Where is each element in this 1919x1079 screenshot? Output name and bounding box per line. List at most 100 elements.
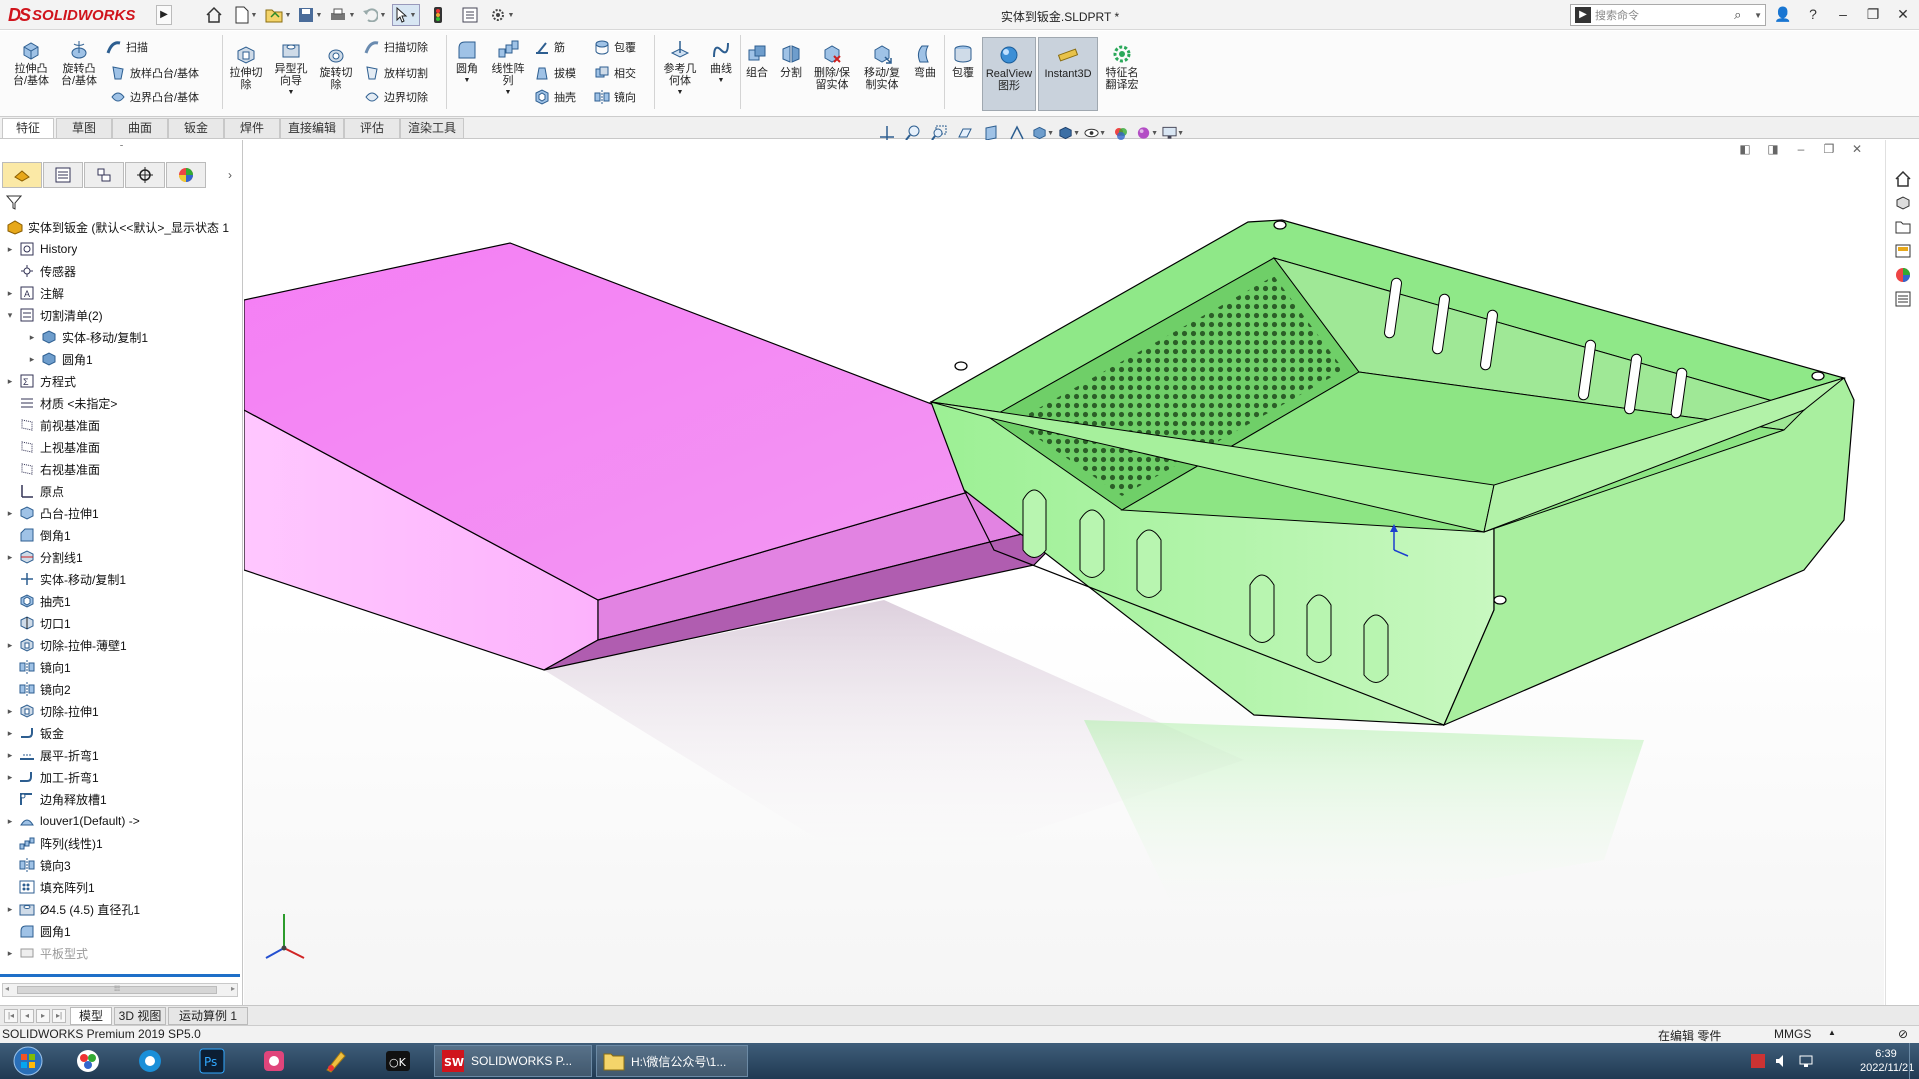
new-document-icon[interactable]: ▼	[232, 4, 260, 26]
user-account-icon[interactable]: 👤	[1773, 4, 1793, 24]
split-button[interactable]: 分割	[776, 43, 806, 79]
status-tooltip-icon[interactable]: ⊘	[1898, 1027, 1908, 1041]
expand-arrow-icon[interactable]: ▸	[26, 354, 38, 365]
tab-features[interactable]: 特征	[2, 118, 54, 138]
scroll-left-arrow-icon[interactable]: ◂	[5, 984, 9, 993]
unit-dropdown-icon[interactable]: ▲	[1828, 1028, 1836, 1037]
select-cursor-icon[interactable]: ▼	[392, 4, 420, 26]
lofted-cut-button[interactable]: 放样切割	[364, 63, 428, 83]
taskbar-media-player-icon[interactable]	[246, 1045, 302, 1077]
tree-node[interactable]: ▸ 切除-拉伸1	[0, 700, 243, 722]
extruded-boss-button[interactable]: 拉伸凸 台/基体	[10, 39, 52, 87]
featuremanager-tab[interactable]	[2, 162, 42, 188]
expand-arrow-icon[interactable]: ▸	[26, 332, 38, 343]
wrap-small-button[interactable]: 包覆	[594, 37, 636, 57]
expand-arrow-icon[interactable]: ▸	[4, 816, 16, 827]
green-sheet-metal-tray[interactable]	[929, 219, 1855, 727]
dimxpertmanager-tab[interactable]	[125, 162, 165, 188]
minimize-window-icon[interactable]: –	[1833, 4, 1853, 24]
intersect-button[interactable]: 相交	[594, 63, 636, 83]
show-desktop-button[interactable]	[1909, 1043, 1919, 1079]
reference-dropdown-icon[interactable]: ▼	[677, 87, 684, 99]
boundary-boss-button[interactable]: 边界凸台/基体	[110, 87, 199, 107]
tree-node[interactable]: ▸ Ø4.5 (4.5) 直径孔1	[0, 898, 243, 920]
fillet-button[interactable]: 圆角 ▼	[450, 39, 484, 87]
reference-geometry-button[interactable]: 参考几 何体 ▼	[658, 39, 702, 99]
tree-node[interactable]: ▸ Σ 方程式	[0, 370, 243, 392]
undo-icon[interactable]: ▼	[360, 4, 388, 26]
shell-button[interactable]: 抽壳	[534, 87, 576, 107]
tree-node[interactable]: ▸ 凸台-拉伸1	[0, 502, 243, 524]
delete-keep-body-button[interactable]: 删除/保 留实体	[810, 43, 854, 91]
expand-arrow-icon[interactable]: ▸	[4, 640, 16, 651]
hole-wizard-button[interactable]: 异型孔 向导 ▼	[270, 39, 312, 99]
prev-tab-arrow-icon[interactable]: ◂	[20, 1009, 34, 1023]
tree-node[interactable]: ▸ 钣金	[0, 722, 243, 744]
tree-node[interactable]: 传感器	[0, 260, 243, 282]
rebuild-icon[interactable]	[424, 4, 452, 26]
model-scene[interactable]	[244, 140, 1884, 1005]
tree-node[interactable]: ▸ A 注解	[0, 282, 243, 304]
taskbar-browser-icon[interactable]	[122, 1045, 178, 1077]
scrollbar-thumb[interactable]: ⁞⁞⁞	[17, 986, 217, 994]
viewport-tile-right-icon[interactable]: ◨	[1766, 142, 1780, 156]
tab-sheet-metal[interactable]: 钣金	[168, 118, 224, 138]
expand-arrow-icon[interactable]: ▸	[4, 244, 16, 255]
configurationmanager-tab[interactable]	[84, 162, 124, 188]
volume-icon[interactable]	[1774, 1053, 1790, 1069]
graphics-area[interactable]: ◧ ◨ – ❐ ✕	[244, 140, 1884, 1005]
search-icon[interactable]: ⌕	[1734, 7, 1750, 23]
sweep-button[interactable]: 扫描	[106, 37, 148, 57]
menu-expand-arrow-icon[interactable]: ▶	[156, 5, 172, 25]
displaymanager-tab[interactable]	[166, 162, 206, 188]
tree-node[interactable]: 阵列(线性)1	[0, 832, 243, 854]
expand-arrow-icon[interactable]: ▸	[4, 750, 16, 761]
draft-button[interactable]: 拔模	[534, 63, 576, 83]
wrap-button[interactable]: 包覆	[948, 43, 978, 79]
revolved-boss-button[interactable]: 旋转凸 台/基体	[58, 39, 100, 87]
fillet-dropdown-icon[interactable]: ▼	[464, 75, 471, 87]
search-dropdown-icon[interactable]: ▼	[1754, 11, 1762, 20]
lofted-boss-button[interactable]: 放样凸台/基体	[110, 63, 199, 83]
revolved-cut-button[interactable]: 旋转切 除	[316, 43, 356, 91]
tree-node[interactable]: 原点	[0, 480, 243, 502]
expand-arrow-icon[interactable]: ▸	[4, 508, 16, 519]
swept-cut-button[interactable]: 扫描切除	[364, 37, 428, 57]
tree-node[interactable]: 前视基准面	[0, 414, 243, 436]
search-commands-field[interactable]: ▶ 搜索命令 ⌕ ▼	[1570, 4, 1766, 26]
tree-node[interactable]: ▸ 实体-移动/复制1	[0, 326, 243, 348]
input-method-icon[interactable]	[1750, 1053, 1766, 1069]
design-library-icon[interactable]	[1892, 192, 1914, 214]
expand-arrow-icon[interactable]: ▸	[4, 772, 16, 783]
close-window-icon[interactable]: ✕	[1893, 4, 1913, 24]
boundary-cut-button[interactable]: 边界切除	[364, 87, 428, 107]
next-tab-arrow-icon[interactable]: ▸	[36, 1009, 50, 1023]
tree-node[interactable]: ▸ louver1(Default) ->	[0, 810, 243, 832]
options-gear-icon[interactable]: ▼	[488, 4, 516, 26]
tab-weldments[interactable]: 焊件	[224, 118, 280, 138]
tree-node[interactable]: 右视基准面	[0, 458, 243, 480]
tab-3d-views[interactable]: 3D 视图	[114, 1007, 166, 1025]
rib-button[interactable]: 筋	[534, 37, 565, 57]
unit-system[interactable]: MMGS	[1774, 1027, 1811, 1041]
tree-node[interactable]: 圆角1	[0, 920, 243, 942]
taskbar-photo-app-icon[interactable]	[60, 1045, 116, 1077]
feature-name-translate-macro-button[interactable]: 特征名 翻译宏	[1100, 43, 1144, 91]
tree-node[interactable]: ▾ 切割清单(2)	[0, 304, 243, 326]
search-scope-icon[interactable]: ▶	[1575, 7, 1591, 23]
network-icon[interactable]	[1798, 1053, 1814, 1069]
view-palette-icon[interactable]	[1892, 240, 1914, 262]
combine-button[interactable]: 组合	[742, 43, 772, 79]
move-copy-body-button[interactable]: 移动/复 制实体	[860, 43, 904, 91]
file-properties-icon[interactable]	[456, 4, 484, 26]
tab-direct-editing[interactable]: 直接编辑	[280, 118, 344, 138]
taskbar-video-editor-icon[interactable]: ○K	[370, 1045, 426, 1077]
instant3d-button[interactable]: Instant3D	[1038, 37, 1098, 111]
expand-arrow-icon[interactable]: ▸	[4, 552, 16, 563]
propertymanager-tab[interactable]	[43, 162, 83, 188]
tree-node[interactable]: 镜向3	[0, 854, 243, 876]
print-icon[interactable]: ▼	[328, 4, 356, 26]
hole-wizard-dropdown-icon[interactable]: ▼	[288, 87, 295, 99]
more-tabs-chevron-icon[interactable]: ›	[220, 162, 240, 188]
save-icon[interactable]: ▼	[296, 4, 324, 26]
